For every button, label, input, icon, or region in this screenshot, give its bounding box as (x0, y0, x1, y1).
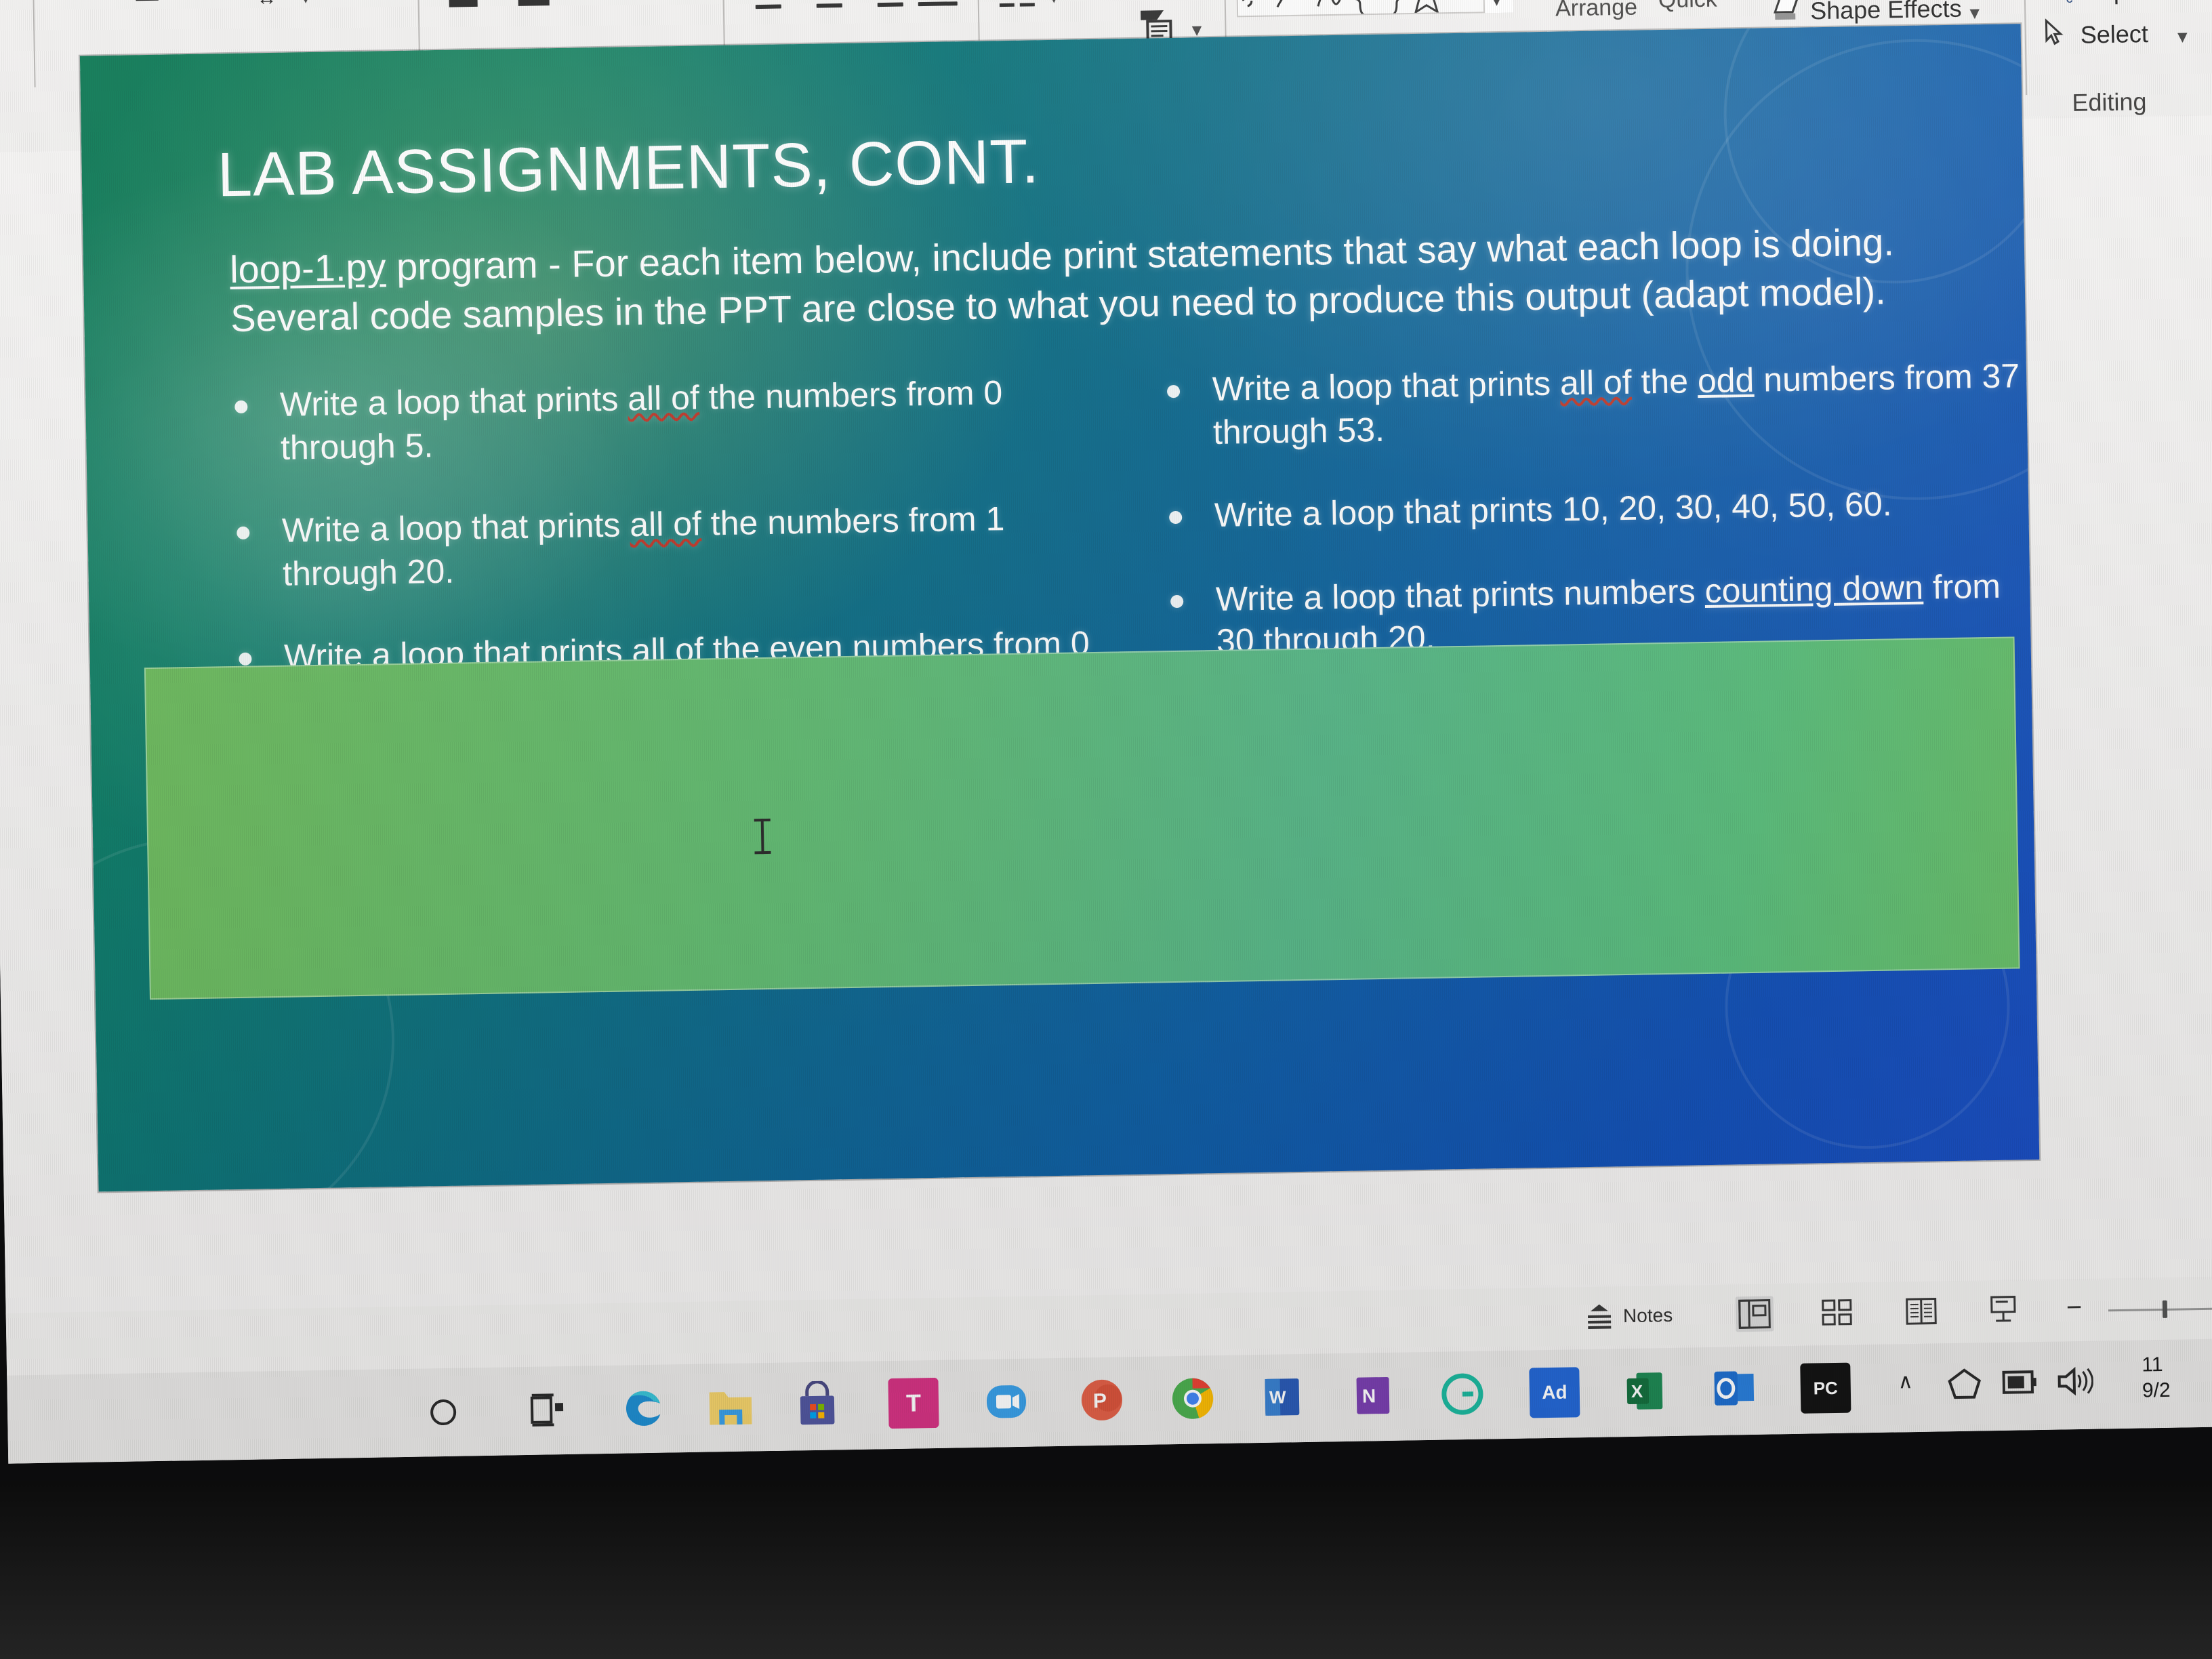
notes-icon[interactable] (1584, 1303, 1616, 1334)
bullet-emphasis: odd (1697, 361, 1755, 401)
shape-effects-icon (1774, 0, 1807, 28)
microsoft-store-icon[interactable] (792, 1379, 842, 1430)
shape-effects-label[interactable]: Shape Effects (1810, 0, 1962, 25)
photo-of-laptop-screen: B I U S ab AV ↔ ▾ Aa ▾ ▾ (0, 0, 2212, 1659)
list-item[interactable]: ● Write a loop that prints all of the nu… (234, 497, 1103, 597)
svg-text:P: P (1093, 1390, 1107, 1412)
text-cursor-icon (760, 819, 764, 855)
zoom-icon[interactable] (981, 1376, 1032, 1427)
zoom-slider-thumb[interactable] (2162, 1300, 2168, 1318)
battery-icon[interactable] (2002, 1368, 2038, 1400)
excel-icon[interactable]: X (1620, 1366, 1671, 1416)
bullet-pre: Write a loop that prints (1212, 365, 1561, 409)
notes-label[interactable]: Notes (1623, 1305, 1673, 1327)
list-item[interactable]: ● Write a loop that prints 10, 20, 30, 4… (1166, 482, 2034, 539)
adobe-icon[interactable]: Ad (1529, 1367, 1580, 1418)
file-explorer-icon[interactable] (705, 1380, 756, 1431)
pc-app-icon[interactable]: PC (1800, 1362, 1851, 1414)
highlighter-icon[interactable] (439, 0, 485, 16)
edge-icon[interactable] (617, 1382, 668, 1433)
zoom-out-button[interactable]: − (2066, 1292, 2083, 1323)
bullet-dot: ● (1166, 498, 1185, 533)
quick-styles-label: Quick (1658, 0, 1718, 14)
chevron-down-icon[interactable]: ▾ (2178, 26, 2188, 47)
clock[interactable]: 11 9/2 (2142, 1351, 2212, 1404)
laptop-bezel (0, 1481, 2212, 1659)
dropbox-icon[interactable] (1946, 1367, 1982, 1404)
columns-icon[interactable] (999, 0, 1038, 15)
bullet-grammar-flag: all of (629, 505, 702, 545)
bullet-grammar-flag: all of (1559, 363, 1633, 403)
bullet-dot: ● (1164, 372, 1183, 407)
onenote-icon[interactable]: N (1347, 1370, 1398, 1421)
chevron-down-icon[interactable]: ▾ (1049, 0, 1059, 7)
replace-icon: ↺bc (2039, 0, 2072, 7)
powerpoint-icon[interactable]: P (1076, 1374, 1127, 1425)
reading-view-button[interactable] (1902, 1293, 1941, 1329)
slide-sorter-view-button[interactable] (1818, 1294, 1857, 1330)
word-icon[interactable]: W (1256, 1372, 1307, 1422)
grammarly-icon[interactable] (1437, 1369, 1488, 1420)
chevron-down-icon[interactable]: ▾ (1970, 2, 1980, 23)
chevron-down-icon[interactable]: ▾ (2205, 0, 2212, 3)
svg-text:W: W (1269, 1387, 1286, 1407)
clock-date: 9/2 (2142, 1379, 2171, 1402)
bullet-dot: ● (234, 514, 253, 548)
list-item[interactable]: ● Write a loop that prints all of the nu… (232, 371, 1101, 471)
slide-canvas: LAB ASSIGNMENTS, CONT. loop-1.py program… (0, 24, 2212, 1315)
show-hidden-icons-button[interactable]: ∧ (1898, 1370, 1913, 1393)
justify-icon[interactable] (918, 0, 960, 10)
align-center-icon[interactable] (809, 0, 852, 12)
clock-time: 11 (2142, 1353, 2163, 1376)
arrange-label: Arrange (1555, 0, 1638, 22)
search-icon[interactable] (428, 1397, 459, 1432)
list-item[interactable]: ● Write a loop that prints all of the od… (1164, 356, 2033, 455)
slide-title[interactable]: LAB ASSIGNMENTS, CONT. (217, 110, 1912, 211)
zoom-slider-track[interactable] (2108, 1307, 2212, 1312)
shapes-gallery[interactable]: ▾ ▾ (1235, 0, 1514, 18)
outlook-icon[interactable] (1709, 1364, 1760, 1415)
pasted-output-screenshot[interactable]: Output - rotated to fit on slide! ☺ Thes… (144, 636, 2020, 1000)
laptop-screen: B I U S ab AV ↔ ▾ Aa ▾ ▾ (0, 0, 2212, 1464)
select-button[interactable]: Select (2080, 20, 2148, 49)
italic-button[interactable]: I (103, 0, 116, 4)
slide-show-view-button[interactable] (1985, 1292, 2024, 1328)
select-icon (2042, 18, 2068, 51)
chevron-down-icon[interactable]: ▾ (491, 0, 500, 3)
character-spacing-arrow: ↔ (256, 0, 277, 10)
svg-text:N: N (1362, 1385, 1376, 1406)
bold-button[interactable]: B (64, 0, 85, 5)
svg-text:X: X (1631, 1381, 1643, 1401)
slide-intro-filename: loop-1.py (229, 246, 387, 291)
underline-button[interactable]: U (136, 0, 159, 3)
text-shadow-button[interactable]: S (175, 0, 192, 3)
bullet-dot: ● (232, 388, 251, 423)
chevron-down-icon[interactable]: ▾ (301, 0, 310, 7)
align-right-icon[interactable] (863, 0, 906, 11)
normal-view-button[interactable] (1735, 1296, 1774, 1332)
replace-button[interactable]: Replace (2082, 0, 2172, 6)
chevron-down-icon[interactable]: ▾ (571, 0, 580, 3)
chrome-icon[interactable] (1167, 1373, 1218, 1424)
bullet-pre: Write a loop that prints (281, 506, 630, 550)
bullet-pre: Write a loop that prints numbers (1215, 572, 1706, 618)
align-left-icon[interactable] (755, 0, 798, 13)
slide-intro-text[interactable]: loop-1.py program - For each item below,… (230, 218, 1925, 345)
bullet-emphasis: counting down (1704, 568, 1924, 611)
teams-icon[interactable]: T (888, 1377, 939, 1429)
shapes-more-button[interactable]: ▾ ▾ (1482, 0, 1514, 14)
bullet-grammar-flag: all of (627, 379, 700, 419)
bullet-pre: Write a loop that prints (279, 380, 628, 424)
bullet-pre: Write a loop that prints 10, 20, 30, 40,… (1214, 485, 1893, 535)
slide[interactable]: LAB ASSIGNMENTS, CONT. loop-1.py program… (79, 24, 2040, 1192)
task-view-icon[interactable] (529, 1392, 567, 1431)
ribbon-group-label-editing: Editing (2072, 87, 2147, 117)
bullet-mid: the (1631, 363, 1698, 402)
volume-icon[interactable] (2056, 1366, 2094, 1401)
